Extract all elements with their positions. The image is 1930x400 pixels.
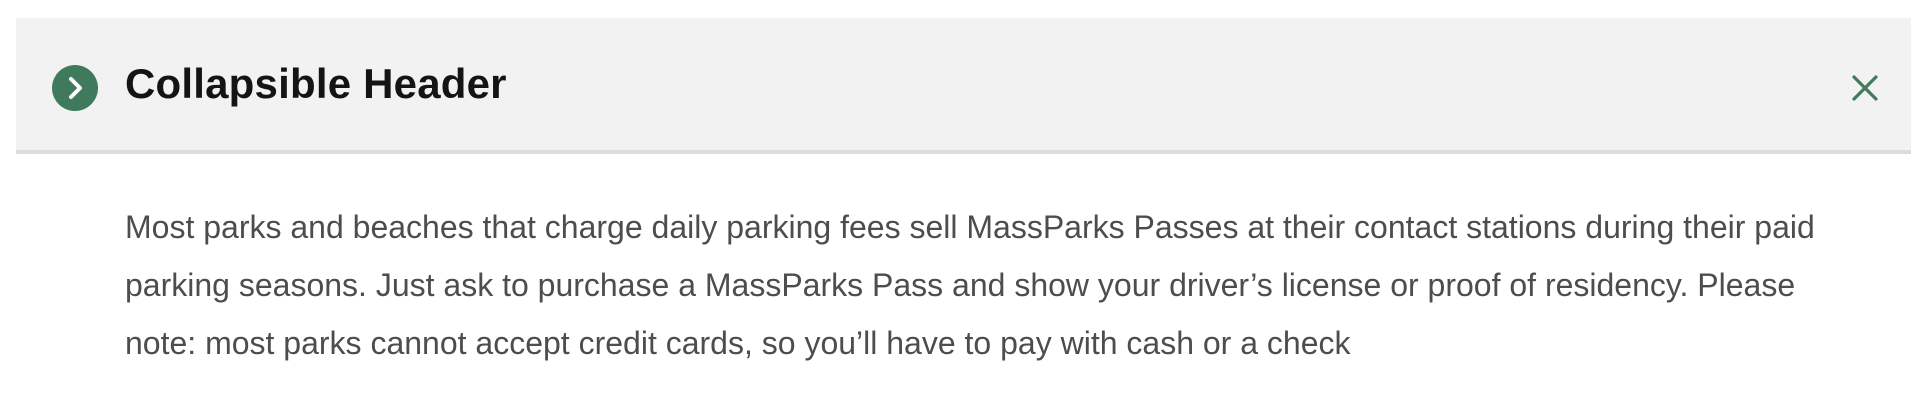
close-icon <box>1852 75 1878 101</box>
collapsible-body: Most parks and beaches that charge daily… <box>16 154 1911 372</box>
collapsible-header[interactable]: Collapsible Header <box>16 18 1911 154</box>
header-title: Collapsible Header <box>125 60 507 107</box>
body-text: Most parks and beaches that charge daily… <box>125 209 1815 361</box>
close-button[interactable] <box>1845 68 1885 108</box>
collapsible-section: Collapsible Header Most parks and beache… <box>16 18 1911 372</box>
chevron-right-icon[interactable] <box>52 65 98 111</box>
